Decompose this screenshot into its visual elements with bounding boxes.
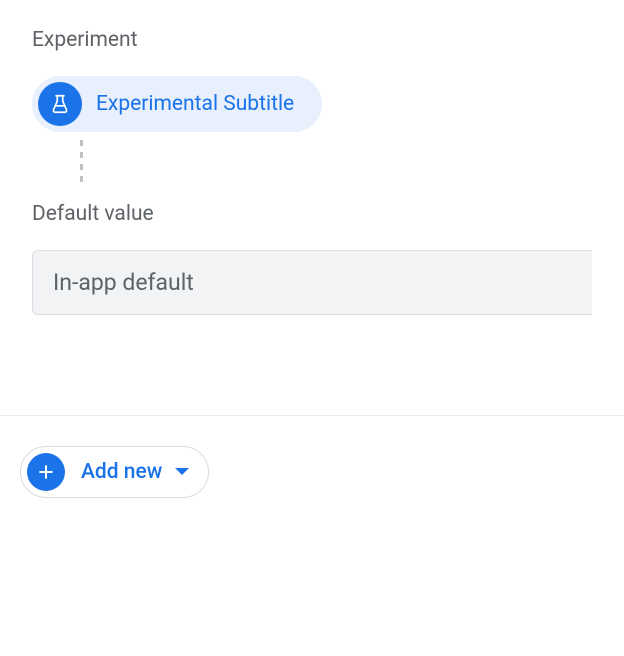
add-new-button[interactable]: Add new [20,446,209,498]
experiment-chip[interactable]: Experimental Subtitle [32,76,322,132]
experiment-chip-label: Experimental Subtitle [96,92,294,116]
plus-icon [27,453,65,491]
default-value-field[interactable]: In-app default [32,250,592,315]
default-value-label: Default value [32,202,592,226]
chevron-down-icon [174,467,190,477]
experiment-section-label: Experiment [32,28,592,52]
dotted-connector [80,140,592,182]
add-new-label: Add new [81,460,162,484]
flask-icon [38,82,82,126]
